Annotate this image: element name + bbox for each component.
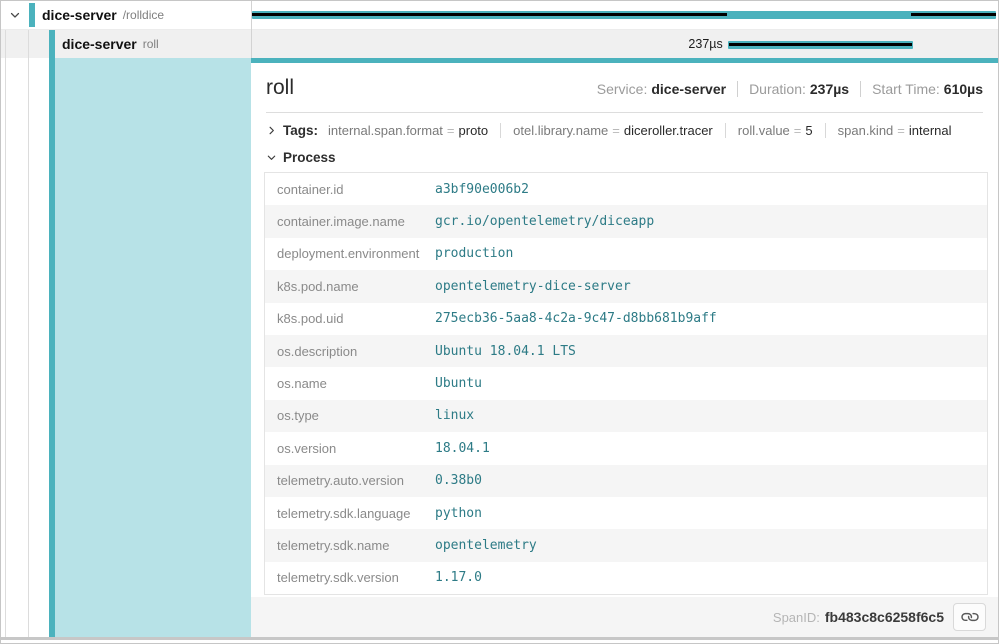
chevron-down-icon [266, 152, 277, 163]
tags-label: Tags: [283, 123, 318, 138]
tag-otel-library-name: otel.library.name=diceroller.tracer [500, 123, 713, 138]
link-icon [958, 606, 981, 629]
span-row-rolldice[interactable]: dice-server /rolldice [1, 1, 251, 30]
bottom-edge [1, 637, 998, 643]
spanid-value: fb483c8c6258f6c5 [825, 609, 944, 625]
table-row: container.image.namegcr.io/opentelemetry… [265, 205, 987, 237]
table-row: os.descriptionUbuntu 18.04.1 LTS [265, 335, 987, 367]
indent-guide [28, 30, 29, 637]
tag-list: internal.span.format=proto otel.library.… [328, 123, 952, 138]
deep-link-button[interactable] [953, 603, 986, 631]
jaeger-trace-timeline-view: 237µs dice-server /rolldice dice-server … [0, 0, 999, 644]
overview-start-time: Start Time:610µs [860, 81, 983, 97]
process-accordion[interactable]: Process [266, 150, 983, 165]
table-row: telemetry.sdk.version1.17.0 [265, 562, 987, 594]
span-row-roll[interactable]: dice-server roll [1, 30, 251, 58]
trace-timeline: 237µs [251, 1, 998, 58]
service-name: dice-server [62, 36, 137, 52]
span-overlay-segment [911, 13, 996, 16]
span-detail-header: roll Service:dice-server Duration:237µs … [251, 63, 998, 100]
expanded-span-fill [55, 58, 251, 637]
span-duration-label: 237µs [688, 37, 722, 51]
table-row: os.typelinux [265, 400, 987, 432]
service-name: dice-server [42, 7, 117, 23]
chevron-right-icon [266, 125, 277, 136]
timeline-row-roll: 237µs [252, 30, 998, 58]
process-key-value-table: container.ida3bf90e006b2 container.image… [264, 172, 988, 595]
header-divider [266, 112, 983, 113]
span-bar-rolldice[interactable] [252, 11, 996, 19]
table-row: k8s.pod.uid275ecb36-5aa8-4c2a-9c47-d8bb6… [265, 303, 987, 335]
indent-guide [5, 30, 6, 637]
tags-accordion[interactable]: Tags: internal.span.format=proto otel.li… [266, 123, 983, 138]
table-row: os.version18.04.1 [265, 432, 987, 464]
table-row: container.ida3bf90e006b2 [265, 173, 987, 205]
tag-roll-value: roll.value=5 [725, 123, 813, 138]
timeline-row-rolldice [252, 1, 998, 30]
service-color-bar [29, 3, 35, 27]
table-row: k8s.pod.nameopentelemetry-dice-server [265, 270, 987, 302]
table-row: telemetry.auto.version0.38b0 [265, 465, 987, 497]
operation-name: /rolldice [123, 8, 164, 22]
span-overlay-segment [252, 13, 727, 16]
span-bar-roll[interactable] [728, 41, 913, 49]
tag-span-kind: span.kind=internal [825, 123, 952, 138]
operation-name: roll [143, 37, 159, 51]
span-title: roll [266, 76, 294, 100]
table-row: deployment.environmentproduction [265, 238, 987, 270]
tag-internal-span-format: internal.span.format=proto [328, 123, 488, 138]
process-label: Process [283, 150, 336, 165]
span-detail-footer: SpanID: fb483c8c6258f6c5 [251, 597, 998, 637]
span-detail-panel: roll Service:dice-server Duration:237µs … [251, 58, 998, 637]
overview-service: Service:dice-server [597, 81, 726, 97]
table-row: telemetry.sdk.languagepython [265, 497, 987, 529]
overview-duration: Duration:237µs [737, 81, 849, 97]
chevron-down-icon[interactable] [9, 9, 21, 21]
spanid-label: SpanID: [773, 610, 820, 625]
span-overlay-segment [729, 43, 912, 46]
table-row: telemetry.sdk.nameopentelemetry [265, 529, 987, 561]
span-overview: Service:dice-server Duration:237µs Start… [597, 81, 983, 97]
table-row: os.nameUbuntu [265, 367, 987, 399]
